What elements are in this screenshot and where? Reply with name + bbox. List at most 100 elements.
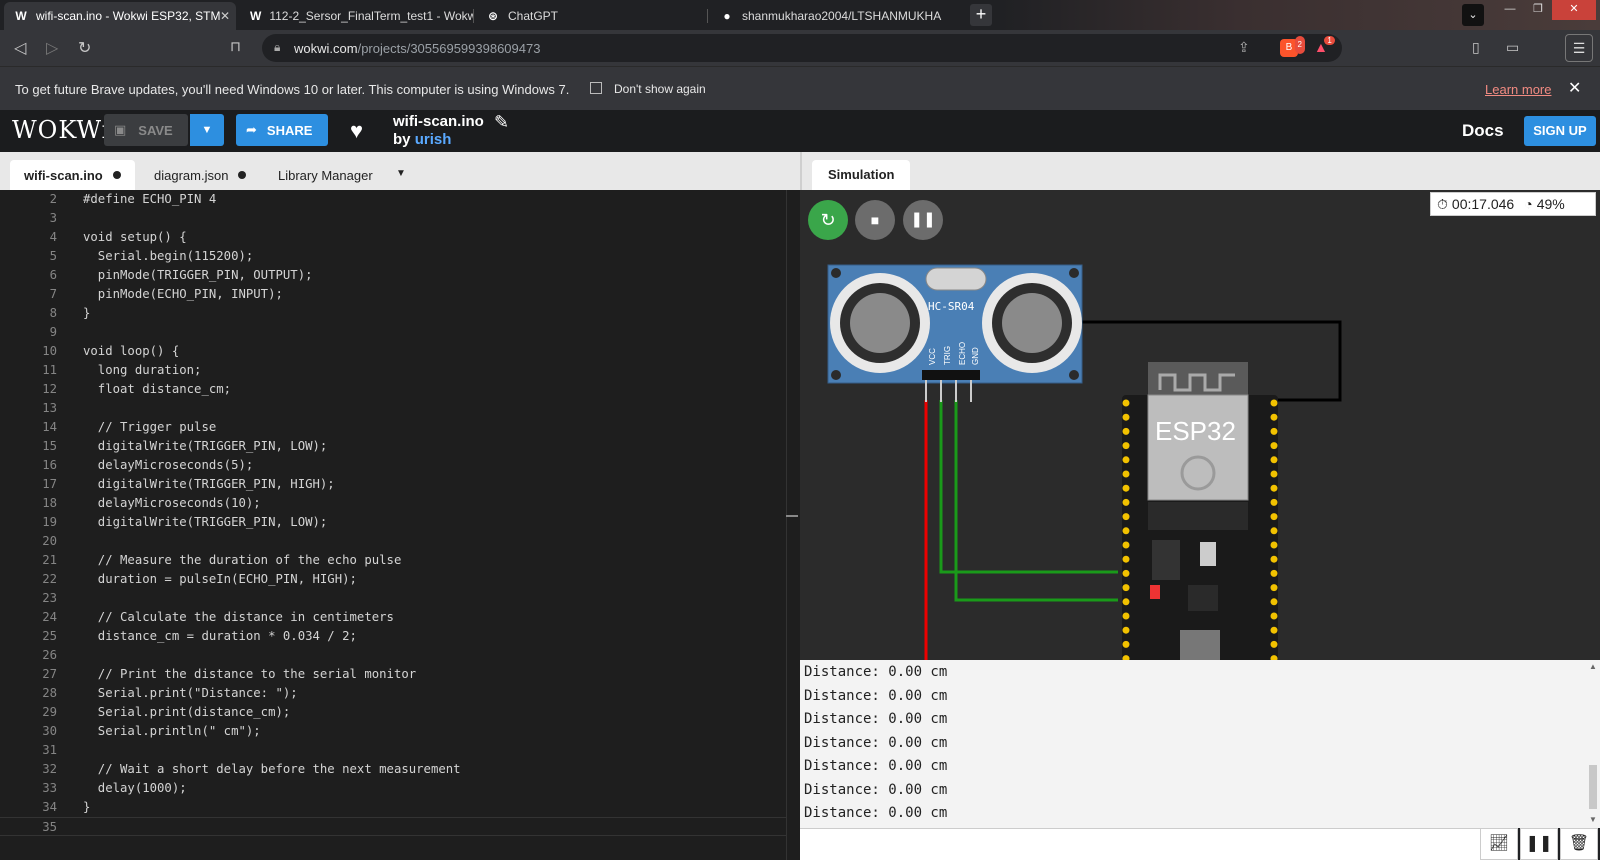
circuit-diagram[interactable]: HC-SR04 VCC TRIG ECHO GND ESP32 [800,190,1600,660]
close-tab-icon[interactable]: ✕ [220,9,230,23]
header-pin[interactable] [1270,484,1278,492]
pause-serial-button[interactable]: ❚❚ [1520,828,1558,860]
wokwi-logo[interactable]: WOKWi [12,116,110,144]
serial-scrollbar[interactable]: ▲ ▼ [1586,660,1600,828]
code-line[interactable]: 26 [0,646,786,665]
line-text[interactable]: // Trigger pulse [83,418,216,437]
line-text[interactable]: Serial.print(distance_cm); [83,703,291,722]
line-text[interactable]: pinMode(ECHO_PIN, INPUT); [83,285,283,304]
browser-tab-wokwi-project[interactable]: W wifi-scan.ino - Wokwi ESP32, STM ✕ [4,2,236,30]
header-pin[interactable] [1122,555,1130,563]
new-tab-button[interactable]: + [970,4,992,26]
wallet-icon[interactable]: ▭ [1506,39,1519,56]
code-line[interactable]: 29 Serial.print(distance_cm); [0,703,786,722]
esp32-board[interactable]: ESP32 [1122,362,1278,660]
header-pin[interactable] [1122,569,1130,577]
code-line[interactable]: 21 // Measure the duration of the echo p… [0,551,786,570]
line-text[interactable]: void setup() { [83,228,187,247]
tab-library-manager[interactable]: Library Manager [264,160,387,190]
line-text[interactable]: Serial.begin(115200); [83,247,253,266]
code-lines[interactable]: 2 #define ECHO_PIN 4 3 4 void setup() {5 Ser… [0,190,786,836]
header-pin[interactable] [1270,470,1278,478]
browser-tab-github[interactable]: ● shanmukharao2004/LTSHANMUKHA [710,2,960,30]
header-pin[interactable] [1122,584,1130,592]
serial-input[interactable] [800,828,1480,860]
code-line[interactable]: 10 void loop() { [0,342,786,361]
line-text[interactable]: delay(1000); [83,779,187,798]
editor-scrollbar[interactable] [786,515,798,517]
code-line[interactable]: 3 [0,209,786,228]
bookmark-icon[interactable]: ⊓ [230,38,241,55]
minimize-button[interactable]: — [1496,0,1524,20]
line-text[interactable]: digitalWrite(TRIGGER_PIN, LOW); [83,513,328,532]
browser-tab-wokwi-other[interactable]: W 112-2_Sersor_FinalTerm_test1 - Wokw [240,2,474,30]
tab-diagram-json[interactable]: diagram.json [140,160,260,190]
code-line[interactable]: 19 digitalWrite(TRIGGER_PIN, LOW); [0,513,786,532]
dont-show-again-label[interactable]: Don't show again [614,82,706,96]
line-text[interactable]: // Calculate the distance in centimeters [83,608,394,627]
tab-simulation[interactable]: Simulation [812,160,911,190]
code-line[interactable]: 8} [0,304,786,323]
header-pin[interactable] [1122,498,1130,506]
url-bar[interactable]: 🔒︎ wokwi.com/projects/305569599398609473… [262,34,1342,62]
header-pin[interactable] [1122,413,1130,421]
header-pin[interactable] [1122,427,1130,435]
code-line[interactable]: 6 pinMode(TRIGGER_PIN, OUTPUT); [0,266,786,285]
tab-wifi-scan[interactable]: wifi-scan.ino [10,160,135,190]
code-line[interactable]: 11 long duration; [0,361,786,380]
code-line[interactable]: 12 float distance_cm; [0,380,786,399]
code-line[interactable]: 27 // Print the distance to the serial m… [0,665,786,684]
line-text[interactable]: // Print the distance to the serial moni… [83,665,416,684]
header-pin[interactable] [1122,399,1130,407]
simulation-canvas[interactable]: ↻ ■ ❚❚ ⏱ 00:17.046 ◔ 49% HC-SR04 VCC TRI… [800,190,1600,660]
save-dropdown-button[interactable]: ▼ [190,114,224,146]
line-text[interactable]: long duration; [83,361,202,380]
scroll-up-icon[interactable]: ▲ [1589,662,1597,671]
header-pin[interactable] [1122,612,1130,620]
code-line[interactable]: 30 Serial.println(" cm"); [0,722,786,741]
code-line[interactable]: 34} [0,798,786,817]
dont-show-again-checkbox[interactable] [590,82,602,94]
line-text[interactable]: distance_cm = duration * 0.034 / 2; [83,627,357,646]
header-pin[interactable] [1122,541,1130,549]
header-pin[interactable] [1270,640,1278,648]
code-line[interactable]: 17 digitalWrite(TRIGGER_PIN, HIGH); [0,475,786,494]
header-pin[interactable] [1122,456,1130,464]
header-pin[interactable] [1270,413,1278,421]
code-line[interactable]: 18 delayMicroseconds(10); [0,494,786,513]
header-pin[interactable] [1270,584,1278,592]
back-icon[interactable]: ◁ [14,38,26,58]
signup-button[interactable]: SIGN UP [1524,116,1596,146]
share-button[interactable]: ➦ SHARE [236,114,328,146]
trig-wire[interactable] [939,400,1118,574]
code-editor[interactable]: 2 #define ECHO_PIN 4 3 4 void setup() {5 Ser… [0,190,800,860]
code-line[interactable]: 14 // Trigger pulse [0,418,786,437]
brave-shields-icon[interactable]: B2 [1280,36,1305,57]
plotter-button[interactable]: 📈︎ [1480,828,1518,860]
header-pin[interactable] [1270,498,1278,506]
code-line[interactable]: 28 Serial.print("Distance: "); [0,684,786,703]
line-text[interactable]: // Measure the duration of the echo puls… [83,551,402,570]
code-line[interactable]: 25 distance_cm = duration * 0.034 / 2; [0,627,786,646]
code-line[interactable]: 24 // Calculate the distance in centimet… [0,608,786,627]
serial-monitor[interactable]: ▲ ▼ Distance: 0.00 cm Distance: 0.00 cm Di… [800,660,1600,828]
header-pin[interactable] [1270,541,1278,549]
url-text[interactable]: wokwi.com/projects/305569599398609473 [294,41,540,56]
brave-rewards-icon[interactable]: ▲ 1 [1314,36,1335,55]
code-line[interactable]: 9 [0,323,786,342]
code-line[interactable]: 22 duration = pulseIn(ECHO_PIN, HIGH); [0,570,786,589]
line-text[interactable]: #define ECHO_PIN 4 [83,190,216,209]
code-line[interactable]: 35 [0,817,786,836]
code-line[interactable]: 23 [0,589,786,608]
line-text[interactable]: float distance_cm; [83,380,231,399]
line-text[interactable]: digitalWrite(TRIGGER_PIN, LOW); [83,437,328,456]
header-pin[interactable] [1270,626,1278,634]
header-pin[interactable] [1270,442,1278,450]
reload-icon[interactable]: ↻ [78,38,91,58]
header-pin[interactable] [1122,484,1130,492]
header-pin[interactable] [1122,470,1130,478]
header-pin[interactable] [1270,612,1278,620]
header-pin[interactable] [1122,527,1130,535]
line-text[interactable]: pinMode(TRIGGER_PIN, OUTPUT); [83,266,313,285]
code-line[interactable]: 13 [0,399,786,418]
